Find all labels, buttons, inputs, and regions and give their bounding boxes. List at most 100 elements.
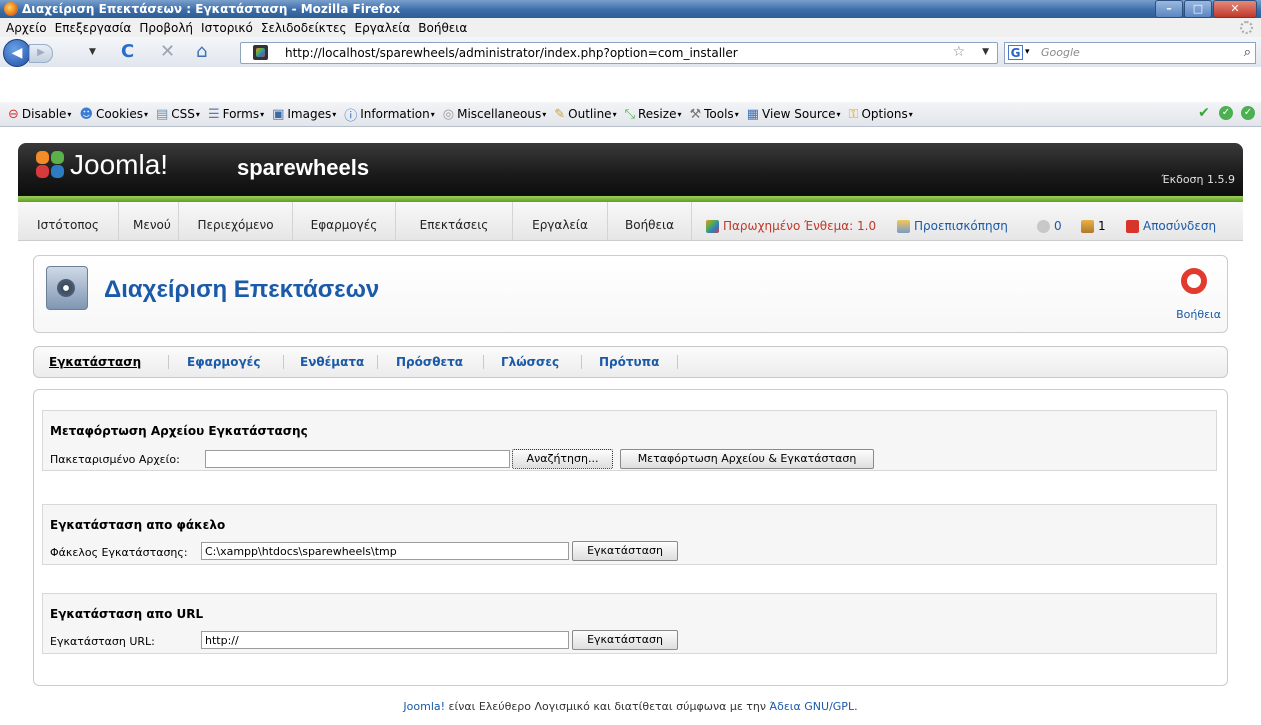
upload-legend: Μεταφόρτωση Αρχείου Εγκατάστασης xyxy=(50,424,308,438)
validation-check-icon[interactable]: ✔ xyxy=(1197,106,1211,120)
page-title: Διαχείριση Επεκτάσεων xyxy=(104,276,380,303)
stop-icon[interactable]: ✕ xyxy=(160,42,175,62)
forms-icon: ☰ xyxy=(207,106,220,122)
options-icon: ⚿ xyxy=(848,106,859,122)
dev-view-source[interactable]: ▦ View Source ▾ xyxy=(747,107,841,122)
url-label: Εγκατάσταση URL: xyxy=(50,635,155,648)
forward-button[interactable]: ▶ xyxy=(29,44,53,63)
reload-icon[interactable]: C xyxy=(121,42,134,62)
logout-link[interactable]: Αποσύνδεση xyxy=(1126,219,1216,233)
joomla-header: Joomla! sparewheels Έκδοση 1.5.9 xyxy=(18,143,1243,196)
admin-menu-site[interactable]: Ιστότοπος xyxy=(18,202,119,240)
dev-options[interactable]: ⚿ Options ▾ xyxy=(849,107,913,122)
disable-icon: ⊖ xyxy=(8,106,19,122)
install-folder-button[interactable]: Εγκατάσταση xyxy=(572,541,678,561)
url-bar[interactable]: http://localhost/sparewheels/administrat… xyxy=(240,42,998,64)
maximize-button[interactable]: □ xyxy=(1184,0,1212,18)
admin-menu-menus[interactable]: Μενού xyxy=(119,202,179,240)
navigation-toolbar: ◀ ▶ ▼ C ✕ ⌂ http://localhost/sparewheels… xyxy=(0,37,1261,67)
folder-label: Φάκελος Εγκατάστασης: xyxy=(50,546,188,559)
window-title: Διαχείριση Επεκτάσεων : Εγκατάσταση - Mo… xyxy=(22,2,401,16)
site-favicon-icon xyxy=(253,45,268,60)
dev-images[interactable]: ▣ Images ▾ xyxy=(272,107,336,122)
css-icon: ▤ xyxy=(156,106,169,122)
menu-edit[interactable]: Επεξεργασία xyxy=(55,21,132,35)
help-link[interactable]: Βοήθεια xyxy=(1176,308,1221,321)
admin-menu-help[interactable]: Βοήθεια xyxy=(608,202,692,240)
dev-information[interactable]: ⓘ Information ▾ xyxy=(344,105,435,124)
dev-forms[interactable]: ☰ Forms ▾ xyxy=(208,107,264,122)
footer-joomla-link[interactable]: Joomla! xyxy=(403,700,445,713)
install-from-url-section: Εγκατάσταση απο URL Εγκατάσταση URL: htt… xyxy=(42,593,1217,654)
tab-install[interactable]: Εγκατάσταση xyxy=(49,347,141,377)
menu-bookmarks[interactable]: Σελιδοδείκτες xyxy=(261,21,347,35)
dev-outline[interactable]: ✎ Outline ▾ xyxy=(554,107,616,122)
admin-menu-extensions[interactable]: Επεκτάσεις xyxy=(396,202,513,240)
messages-count[interactable]: 0 xyxy=(1037,219,1062,233)
admin-menu-components[interactable]: Εφαρμογές xyxy=(293,202,396,240)
css-valid-icon[interactable]: ✓ xyxy=(1219,106,1233,120)
menu-tools[interactable]: Εργαλεία xyxy=(355,21,411,35)
dev-miscellaneous[interactable]: ◎ Miscellaneous ▾ xyxy=(443,107,547,122)
dev-tools[interactable]: ⚒ Tools ▾ xyxy=(689,107,738,122)
logout-icon xyxy=(1126,219,1139,233)
site-name: sparewheels xyxy=(237,155,370,180)
html-valid-icon[interactable]: ✓ xyxy=(1241,106,1255,120)
dev-cookies[interactable]: ☻ Cookies ▾ xyxy=(79,107,148,122)
miscellaneous-icon: ◎ xyxy=(442,106,455,122)
tab-components[interactable]: Εφαρμογές xyxy=(187,347,260,377)
search-box[interactable]: G ▾ Google ⌕ xyxy=(1004,42,1256,64)
search-engine-dropdown-icon[interactable]: ▾ xyxy=(1025,47,1030,57)
admin-menu-tools[interactable]: Εργαλεία xyxy=(513,202,608,240)
joomla-logo-icon xyxy=(36,151,66,179)
upload-install-button[interactable]: Μεταφόρτωση Αρχείου & Εγκατάσταση xyxy=(620,449,874,469)
bookmark-star-icon[interactable]: ☆ xyxy=(952,44,965,60)
dev-css[interactable]: ▤ CSS ▾ xyxy=(156,107,200,122)
throbber-icon xyxy=(1240,21,1253,34)
tab-languages[interactable]: Γλώσσες xyxy=(501,347,559,377)
admin-menubar: Ιστότοπος Μενού Περιεχόμενο Εφαρμογές Επ… xyxy=(18,202,1243,241)
outline-icon: ✎ xyxy=(554,106,566,122)
upload-label: Πακεταρισμένο Αρχείο: xyxy=(50,453,180,466)
url-text[interactable]: http://localhost/sparewheels/administrat… xyxy=(285,46,738,60)
search-icon[interactable]: ⌕ xyxy=(1244,45,1251,60)
install-folder-input[interactable]: C:\xampp\htdocs\sparewheels\tmp xyxy=(201,542,569,560)
dev-disable[interactable]: ⊖ Disable ▾ xyxy=(8,107,71,122)
menu-file[interactable]: Αρχείο xyxy=(6,21,47,35)
menu-help[interactable]: Βοήθεια xyxy=(418,21,467,35)
help-lifebuoy-icon[interactable] xyxy=(1181,268,1207,294)
minimize-button[interactable]: – xyxy=(1155,0,1183,18)
tab-plugins[interactable]: Πρόσθετα xyxy=(396,347,463,377)
admin-menu-content[interactable]: Περιεχόμενο xyxy=(179,202,293,240)
back-button[interactable]: ◀ xyxy=(3,39,31,67)
preview-link[interactable]: Προεπισκόπηση xyxy=(897,219,1008,233)
search-placeholder: Google xyxy=(1041,46,1080,59)
footer-license-link[interactable]: Άδεια GNU/GPL xyxy=(770,700,855,713)
menu-view[interactable]: Προβολή xyxy=(139,21,193,35)
install-url-input[interactable]: http:// xyxy=(201,631,569,649)
firefox-icon xyxy=(4,2,18,16)
google-icon[interactable]: G xyxy=(1008,45,1023,60)
tab-templates[interactable]: Πρότυπα xyxy=(599,347,659,377)
url-dropdown-icon[interactable]: ▼ xyxy=(982,47,989,57)
tools-icon: ⚒ xyxy=(689,106,702,122)
tab-modules[interactable]: Ενθέματα xyxy=(300,347,364,377)
package-file-input[interactable] xyxy=(205,450,510,468)
folder-legend: Εγκατάσταση απο φάκελο xyxy=(50,518,226,532)
close-button[interactable]: ✕ xyxy=(1213,0,1257,18)
install-url-button[interactable]: Εγκατάσταση xyxy=(572,630,678,650)
upload-package-section: Μεταφόρτωση Αρχείου Εγκατάστασης Πακεταρ… xyxy=(42,410,1217,471)
install-from-folder-section: Εγκατάσταση απο φάκελο Φάκελος Εγκατάστα… xyxy=(42,504,1217,565)
information-icon: ⓘ xyxy=(344,108,358,124)
page-header-panel: Διαχείριση Επεκτάσεων Βοήθεια xyxy=(33,255,1228,333)
footer-text: είναι Ελεύθερο Λογισμικό και διατίθεται … xyxy=(445,700,770,713)
web-developer-toolbar: ⊖ Disable ▾ ☻ Cookies ▾ ▤ CSS ▾ ☰ Forms ▾ ▣ Image… xyxy=(0,102,1261,127)
joomla-brand: Joomla! xyxy=(70,149,169,180)
home-icon[interactable]: ⌂ xyxy=(196,42,207,62)
dev-resize[interactable]: ⤡ Resize ▾ xyxy=(625,107,682,122)
history-dropdown-icon[interactable]: ▼ xyxy=(89,47,96,57)
menu-history[interactable]: Ιστορικό xyxy=(201,21,253,35)
browse-button[interactable]: Αναζήτηση... xyxy=(512,449,613,469)
resize-icon: ⤡ xyxy=(624,106,635,122)
messages-icon xyxy=(1037,219,1050,233)
